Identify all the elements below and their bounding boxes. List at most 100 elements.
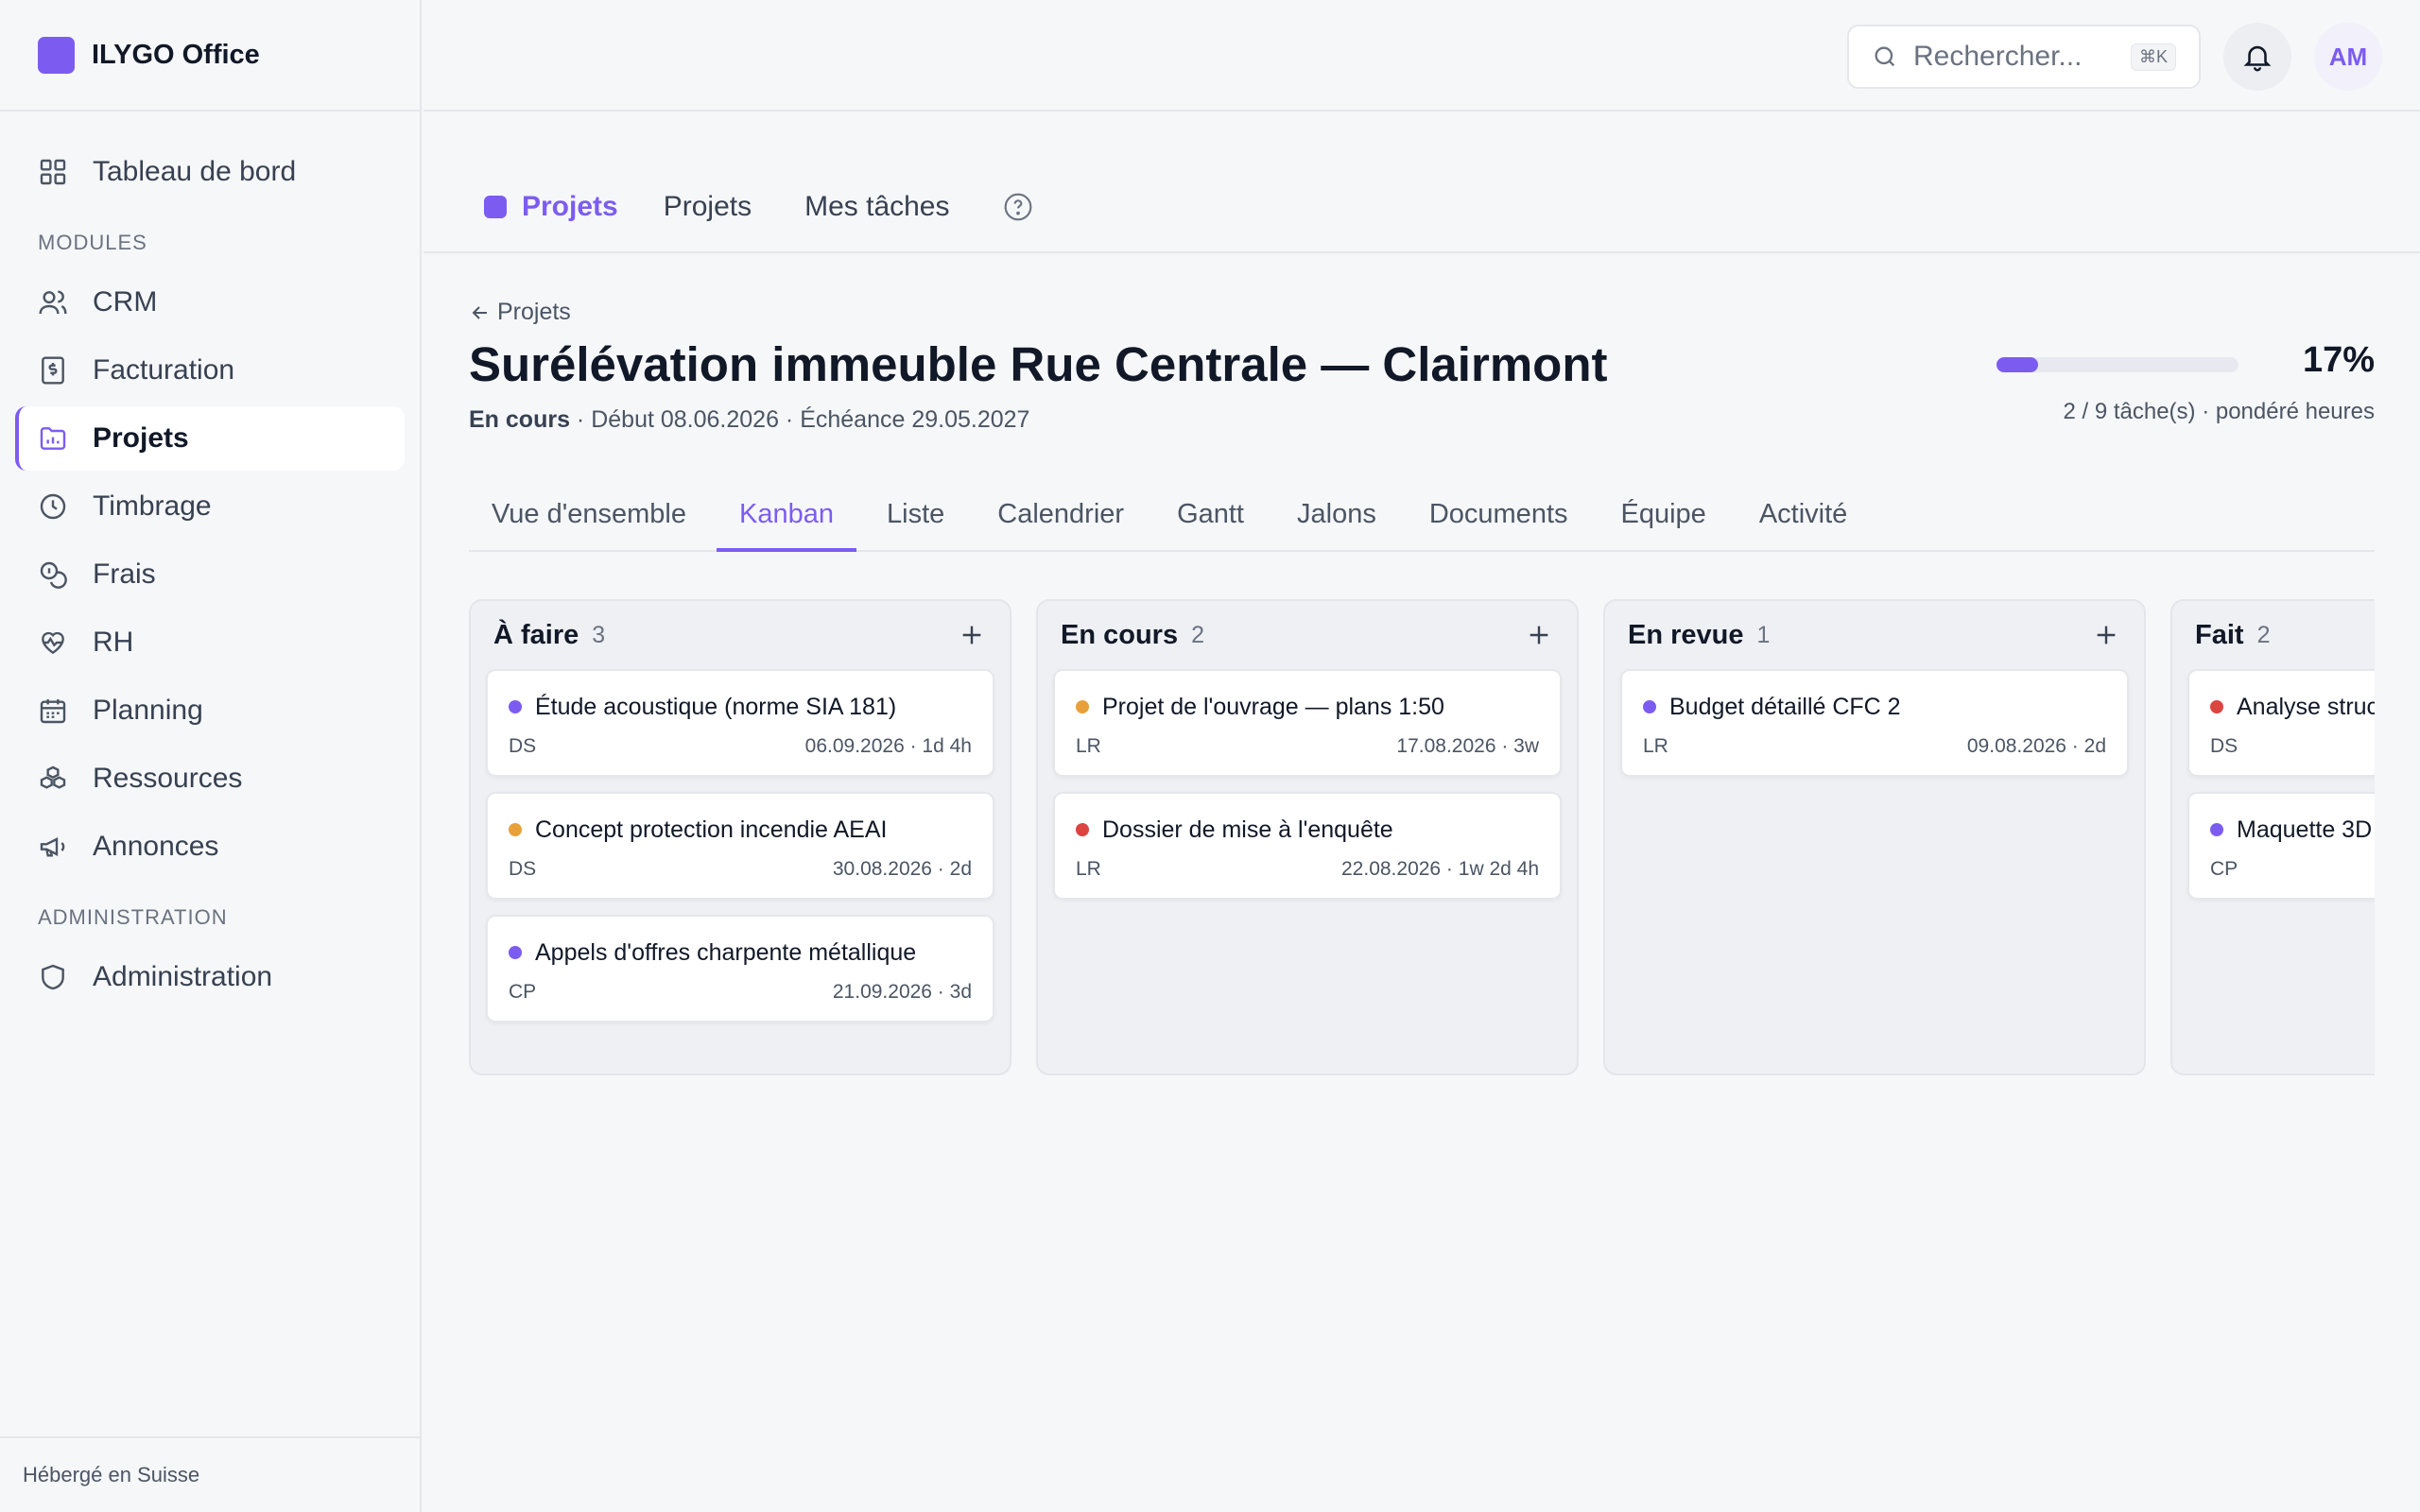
column-header: Fait 2 [2172,601,2375,669]
task-title-text: Appels d'offres charpente métallique [535,939,917,966]
search-shortcut: ⌘K [2131,43,2177,71]
module-tabs: Projets Projets Mes tâches [484,191,1033,223]
column-title: À faire [493,619,579,650]
task-card[interactable]: Analyse structure ingénieur DS [2187,669,2375,777]
sidebar-item-rh[interactable]: RH [15,610,405,675]
sidebar-item-label: Projets [93,422,189,454]
task-card[interactable]: Maquette 3D CP [2187,792,2375,900]
module-brand[interactable]: Projets [484,191,618,223]
column-header: En cours 2 [1038,601,1577,669]
clock-icon [40,493,66,520]
task-title-text: Concept protection incendie AEAI [535,816,888,843]
task-card[interactable]: Budget détaillé CFC 2 LR 09.08.2026 · 2d [1620,669,2129,777]
sidebar-item-annonces[interactable]: Annonces [15,815,405,879]
brand[interactable]: ILYGO Office [0,0,420,112]
task-meta: DS 06.09.2026 · 1d 4h [509,735,972,758]
priority-dot [509,700,522,713]
task-assignee: LR [1076,735,1101,757]
sidebar-item-planning[interactable]: Planning [15,679,405,743]
task-title-text: Étude acoustique (norme SIA 181) [535,694,897,720]
task-card[interactable]: Concept protection incendie AEAI DS 30.08… [486,792,994,900]
help-icon[interactable] [1003,192,1033,222]
modules-section-title: MODULES [38,231,147,254]
sidebar-item-label: Facturation [93,354,235,386]
back-link-label: Projets [497,299,571,325]
admin-section-title: ADMINISTRATION [38,905,228,929]
sidebar-item-dashboard[interactable]: Tableau de bord [15,140,405,204]
invoice-icon [42,356,64,385]
tab-overview[interactable]: Vue d'ensemble [469,484,709,552]
search-input[interactable] [1913,41,2112,73]
project-dates: · Début 08.06.2026 · Échéance 29.05.2027 [569,406,1030,433]
calendar-icon [40,699,66,724]
project-status: En cours [469,406,570,433]
task-title: Concept protection incendie AEAI [509,815,972,845]
task-assignee: DS [509,858,537,880]
kanban-column-in-progress: En cours 2 Projet de l'ouvrage — plans 1… [1036,599,1579,1075]
tab-calendar[interactable]: Calendrier [975,484,1147,552]
tab-milestones[interactable]: Jalons [1274,484,1399,552]
sidebar-item-frais[interactable]: Frais [15,542,405,607]
task-assignee: DS [2210,735,2238,757]
tab-team[interactable]: Équipe [1599,484,1729,552]
sidebar-item-projets[interactable]: Projets [15,406,405,471]
module-link-mes-taches[interactable]: Mes tâches [804,191,949,223]
users-icon [39,290,67,315]
sidebar-item-timbrage[interactable]: Timbrage [15,474,405,539]
sidebar-item-label: Annonces [93,831,219,862]
grid-icon [40,159,66,185]
column-count: 2 [1191,621,1204,648]
tab-documents[interactable]: Documents [1407,484,1591,552]
user-avatar[interactable]: AM [2314,23,2382,91]
app-name: ILYGO Office [92,39,260,70]
sidebar-item-label: Tableau de bord [93,156,297,187]
heart-pulse-icon [42,631,64,655]
task-title: Étude acoustique (norme SIA 181) [509,692,972,722]
back-link[interactable]: Projets [469,299,571,326]
sidebar-item-crm[interactable]: CRM [15,270,405,335]
task-due: 22.08.2026 · 1w 2d 4h [1341,858,1539,880]
priority-dot [2210,823,2223,836]
priority-dot [1643,700,1656,713]
tab-activity[interactable]: Activité [1737,484,1870,552]
search-box[interactable]: ⌘K [1847,25,2201,89]
notifications-button[interactable] [2223,23,2291,91]
column-title: Fait [2195,619,2244,650]
task-meta: CP 21.09.2026 · 3d [509,981,972,1004]
task-card[interactable]: Projet de l'ouvrage — plans 1:50 LR 17.08… [1053,669,1562,777]
module-header: Projets Projets Mes tâches [424,113,2420,253]
task-card[interactable]: Appels d'offres charpente métallique CP 2… [486,915,994,1022]
sidebar-nav: Tableau de bord MODULES CRM Facturation … [0,112,420,1009]
task-assignee: LR [1643,735,1668,757]
task-title: Budget détaillé CFC 2 [1643,692,2106,722]
tab-kanban[interactable]: Kanban [717,484,856,552]
sidebar-item-facturation[interactable]: Facturation [15,338,405,403]
task-meta: LR 17.08.2026 · 3w [1076,735,1539,758]
topbar: ⌘K AM [424,0,2420,112]
task-assignee: CP [2210,858,2238,880]
priority-dot [1076,823,1089,836]
sidebar-item-administration[interactable]: Administration [15,945,405,1009]
task-meta: DS 30.08.2026 · 2d [509,858,972,881]
plus-icon[interactable] [2091,620,2121,650]
module-link-projets[interactable]: Projets [664,191,752,223]
tab-gantt[interactable]: Gantt [1154,484,1267,552]
plus-icon[interactable] [957,620,987,650]
priority-dot [509,823,522,836]
folder-chart-icon [40,427,66,450]
coins-icon [40,561,67,589]
progress-percent: 17% [2302,340,2375,380]
module-logo [484,196,507,218]
task-card[interactable]: Étude acoustique (norme SIA 181) DS 06.09… [486,669,994,777]
task-title-text: Budget détaillé CFC 2 [1669,694,1901,720]
tab-list[interactable]: Liste [864,484,967,552]
sidebar-item-ressources[interactable]: Ressources [15,747,405,811]
plus-icon[interactable] [1524,620,1554,650]
brand-logo [38,36,75,74]
task-card[interactable]: Dossier de mise à l'enquête LR 22.08.2026… [1053,792,1562,900]
column-header: À faire 3 [471,601,1010,669]
task-meta: DS [2210,735,2375,758]
task-due: 09.08.2026 · 2d [1966,735,2106,757]
task-meta: CP [2210,858,2375,881]
task-title-text: Analyse structure ingénieur [2237,694,2375,720]
